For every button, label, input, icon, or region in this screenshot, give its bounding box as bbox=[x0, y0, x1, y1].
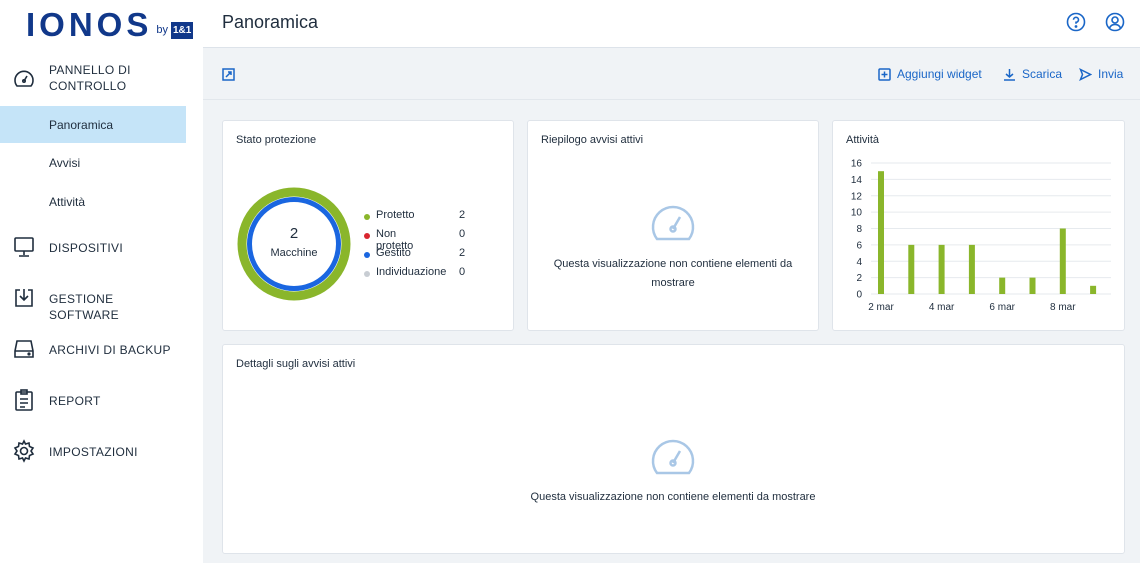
y-tick-label: 10 bbox=[851, 208, 863, 219]
sidebar-item-label: GESTIONE SOFTWARE bbox=[49, 292, 119, 322]
clipboard-icon bbox=[15, 389, 33, 411]
sidebar-item-impostazioni[interactable]: IMPOSTAZIONI bbox=[0, 437, 186, 465]
donut-center-label: Macchine bbox=[270, 247, 318, 259]
widget-protection-status: Stato protezione 2 Macchine Protetto 2 N… bbox=[222, 120, 514, 331]
plus-square-icon bbox=[878, 67, 891, 81]
help-icon[interactable] bbox=[1066, 12, 1086, 32]
legend-label: Gestito bbox=[376, 247, 411, 259]
empty-gauge-icon bbox=[651, 205, 695, 241]
download-icon bbox=[1004, 68, 1015, 81]
sidebar-item-label: IMPOSTAZIONI bbox=[49, 445, 138, 459]
x-tick-label: 8 mar bbox=[1050, 302, 1076, 313]
legend-label: Protetto bbox=[376, 209, 415, 221]
dashboard-toolbar: Aggiungi widget Scarica Invia bbox=[203, 48, 1140, 100]
software-install-icon bbox=[15, 289, 33, 307]
legend-value: 2 bbox=[459, 247, 466, 259]
x-tick-label: 2 mar bbox=[868, 302, 894, 313]
bar[interactable] bbox=[1029, 277, 1036, 294]
widget-title: Attività bbox=[846, 134, 880, 146]
legend-dot bbox=[364, 214, 370, 220]
widget-title: Dettagli sugli avvisi attivi bbox=[236, 358, 356, 370]
bar[interactable] bbox=[938, 244, 945, 294]
empty-gauge-icon bbox=[651, 439, 695, 475]
bar[interactable] bbox=[1090, 285, 1097, 294]
x-tick-label: 4 mar bbox=[929, 302, 955, 313]
add-widget-button[interactable]: Aggiungi widget bbox=[878, 67, 982, 81]
widget-alert-details: Dettagli sugli avvisi attivi Questa visu… bbox=[222, 344, 1125, 554]
legend-value: 0 bbox=[459, 228, 466, 240]
top-header: Panoramica bbox=[203, 0, 1140, 48]
sidebar-item-dispositivi[interactable]: DISPOSITIVI bbox=[0, 233, 186, 261]
legend-value: 0 bbox=[459, 266, 466, 278]
legend-value: 2 bbox=[459, 209, 466, 221]
bar[interactable] bbox=[968, 244, 975, 294]
gear-icon bbox=[13, 439, 35, 463]
logo-box: 1&1 bbox=[170, 21, 194, 39]
add-widget-label: Aggiungi widget bbox=[897, 67, 982, 81]
protection-donut bbox=[237, 187, 351, 301]
download-label: Scarica bbox=[1022, 67, 1063, 81]
y-tick-label: 2 bbox=[856, 273, 862, 284]
download-button[interactable]: Scarica bbox=[1003, 67, 1062, 81]
widget-activity: Attività 0 2 4 6 8 10 12 14 16 2 mar 4 mar 6 mar 8 m… bbox=[832, 120, 1125, 331]
sidebar-subitem-label: Panoramica bbox=[49, 118, 114, 132]
monitor-icon bbox=[14, 237, 34, 257]
main-content: Aggiungi widget Scarica Invia Stato prot… bbox=[203, 48, 1140, 563]
ionos-logo[interactable]: IONOS by 1&1 bbox=[26, 6, 194, 43]
legend-dot bbox=[364, 271, 370, 277]
dashboard-gauge-icon bbox=[14, 70, 34, 87]
sidebar-item-label: ARCHIVI DI BACKUP bbox=[49, 343, 171, 357]
sidebar: IONOS by 1&1 PANNELLO DI CONTROLLO Panor… bbox=[0, 0, 203, 563]
y-tick-label: 12 bbox=[851, 191, 863, 202]
x-tick-label: 6 mar bbox=[989, 302, 1015, 313]
sidebar-item-report[interactable]: REPORT bbox=[0, 386, 186, 414]
sidebar-item-dashboard[interactable]: PANNELLO DI CONTROLLO bbox=[0, 62, 186, 96]
empty-state-text: Questa visualizzazione non contiene elem… bbox=[553, 258, 793, 289]
sidebar-item-attivita[interactable]: Attività bbox=[0, 183, 186, 220]
bar[interactable] bbox=[999, 277, 1006, 294]
y-tick-label: 6 bbox=[856, 240, 862, 251]
activity-bar-chart: 0 2 4 6 8 10 12 14 16 2 mar 4 mar 6 mar 8 mar bbox=[851, 159, 1111, 313]
bar[interactable] bbox=[1059, 228, 1066, 295]
send-button[interactable]: Invia bbox=[1079, 67, 1123, 81]
y-tick-label: 16 bbox=[851, 159, 863, 170]
fullscreen-icon[interactable] bbox=[222, 68, 235, 81]
logo-wordmark: IONOS bbox=[26, 6, 153, 43]
sidebar-item-label: REPORT bbox=[49, 394, 101, 408]
sidebar-item-gestione-software[interactable]: GESTIONE SOFTWARE bbox=[0, 284, 186, 322]
y-tick-label: 4 bbox=[856, 257, 862, 268]
logo-by: by bbox=[156, 24, 168, 36]
widget-title: Riepilogo avvisi attivi bbox=[541, 134, 644, 146]
bar[interactable] bbox=[908, 244, 915, 294]
donut-center-value: 2 bbox=[289, 225, 299, 242]
legend-dot bbox=[364, 252, 370, 258]
send-label: Invia bbox=[1098, 67, 1124, 81]
empty-state-text: Questa visualizzazione non contiene elem… bbox=[530, 491, 816, 503]
sidebar-item-label: PANNELLO DI CONTROLLO bbox=[49, 63, 131, 93]
send-icon bbox=[1079, 67, 1092, 81]
sidebar-subitem-label: Avvisi bbox=[49, 156, 81, 170]
sidebar-item-panoramica[interactable]: Panoramica bbox=[0, 106, 186, 143]
drive-icon bbox=[14, 340, 34, 358]
legend-dot bbox=[364, 233, 370, 239]
page-title: Panoramica bbox=[222, 12, 319, 32]
widget-alerts-summary: Riepilogo avvisi attivi Questa visualizz… bbox=[527, 120, 819, 331]
sidebar-item-avvisi[interactable]: Avvisi bbox=[0, 144, 186, 181]
legend-label: Individuazione bbox=[376, 266, 447, 278]
y-tick-label: 14 bbox=[851, 175, 863, 186]
sidebar-item-label: DISPOSITIVI bbox=[49, 241, 123, 255]
widget-title: Stato protezione bbox=[236, 134, 317, 146]
account-icon[interactable] bbox=[1105, 12, 1125, 32]
bar[interactable] bbox=[878, 171, 884, 294]
sidebar-item-archivi-backup[interactable]: ARCHIVI DI BACKUP bbox=[0, 335, 186, 363]
y-tick-label: 0 bbox=[856, 290, 862, 301]
sidebar-subitem-label: Attività bbox=[49, 195, 86, 209]
y-tick-label: 8 bbox=[856, 224, 862, 235]
